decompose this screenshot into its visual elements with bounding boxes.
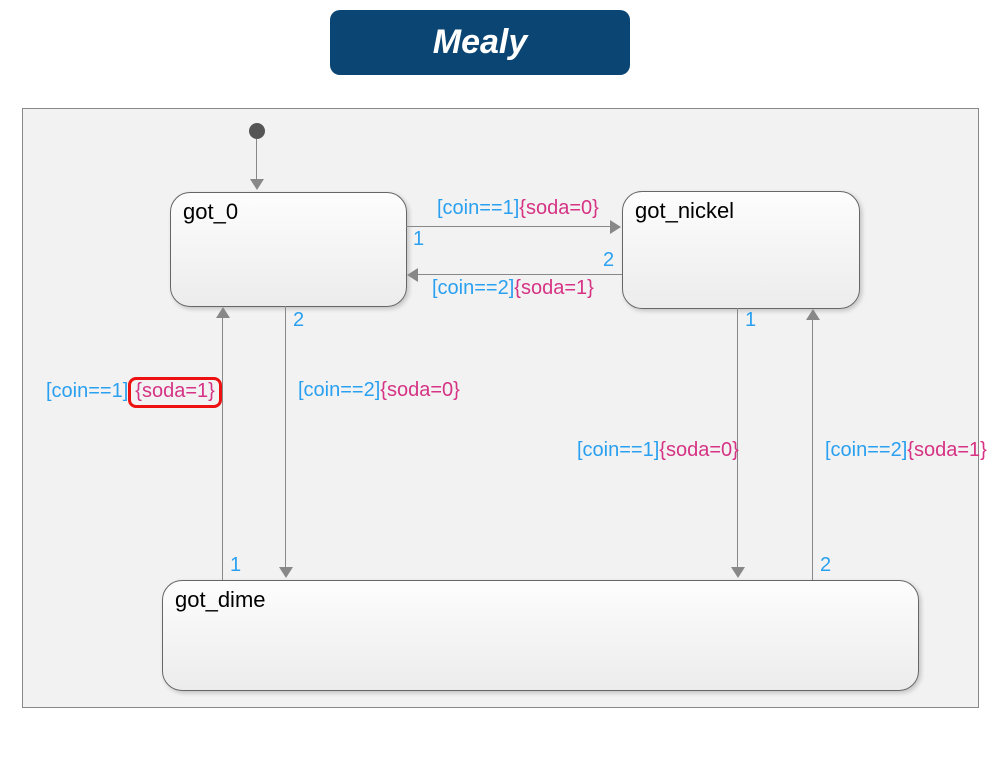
highlight-box: {soda=1} <box>128 377 222 408</box>
cond-t5: [coin==1]{soda=0} <box>577 439 739 462</box>
cond-t1: [coin==1]{soda=0} <box>437 197 599 220</box>
arrow-up-icon <box>216 307 230 318</box>
cond-t3: [coin==2]{soda=0} <box>298 379 460 402</box>
edge-t3 <box>285 306 286 568</box>
arrow-down-icon <box>279 567 293 578</box>
state-label: got_nickel <box>635 198 734 224</box>
title-badge: Mealy <box>330 10 630 75</box>
num-t6: 2 <box>820 554 831 577</box>
cond-t4: [coin==1]{soda=1} <box>46 377 222 408</box>
state-got-0[interactable]: got_0 <box>170 192 407 307</box>
num-t4: 1 <box>230 554 241 577</box>
stateflow-chart: got_0 got_nickel got_dime 1 [coin==1]{so… <box>22 108 979 708</box>
cond-t6: [coin==2]{soda=1} <box>825 439 987 462</box>
num-t3: 2 <box>293 309 304 332</box>
initial-dot <box>249 123 265 139</box>
edge-t1 <box>406 226 611 227</box>
state-label: got_0 <box>183 199 238 225</box>
state-label: got_dime <box>175 587 266 613</box>
edge-t5 <box>737 308 738 568</box>
edge-t6 <box>812 320 813 580</box>
edge-t2 <box>418 274 622 275</box>
num-t1: 1 <box>413 228 424 251</box>
state-got-nickel[interactable]: got_nickel <box>622 191 860 309</box>
arrow-up-icon <box>806 309 820 320</box>
arrow-left-icon <box>407 268 418 282</box>
state-got-dime[interactable]: got_dime <box>162 580 919 691</box>
edge-t4 <box>222 318 223 580</box>
num-t2: 2 <box>603 249 614 272</box>
arrow-down-icon <box>731 567 745 578</box>
num-t5: 1 <box>745 309 756 332</box>
cond-t2: [coin==2]{soda=1} <box>432 277 594 300</box>
initial-edge <box>256 139 257 181</box>
arrow-right-icon <box>610 220 621 234</box>
arrow-down-icon <box>250 179 264 190</box>
